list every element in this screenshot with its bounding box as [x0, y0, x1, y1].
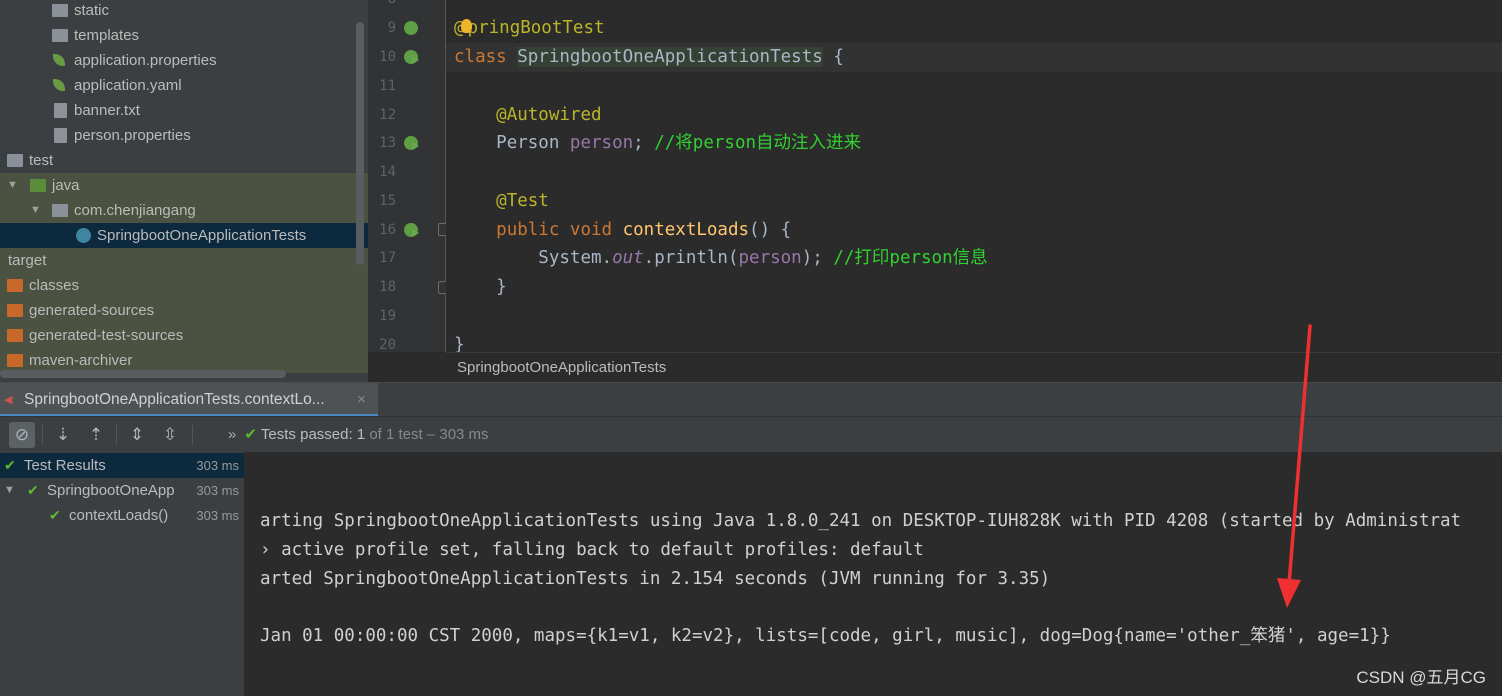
sort-alphabetically-icon[interactable]: ⇣	[50, 422, 76, 448]
editor-breadcrumb[interactable]: SpringbootOneApplicationTests	[446, 352, 1502, 383]
line-number: 18	[379, 279, 396, 295]
show-ignored-icon[interactable]: ⊘	[9, 422, 35, 448]
expand-all-icon[interactable]: ⇕	[124, 422, 150, 448]
close-icon[interactable]: ×	[357, 383, 366, 417]
console-line: arted SpringbootOneApplicationTests in 2…	[260, 569, 1051, 589]
editor-gutter: 8 9 10 11 12 13 14 15 16 17 18 19 20	[368, 0, 449, 353]
code-line-18: }	[496, 277, 507, 297]
line-number: 12	[379, 107, 396, 123]
code-line-16: public void contextLoads() {	[496, 220, 792, 240]
folder-icon	[7, 279, 23, 292]
line-number: 16	[379, 222, 396, 238]
test-class-node[interactable]: ▼ ✔ SpringbootOneApp 303 ms	[0, 478, 244, 503]
test-results-root[interactable]: ✔ Test Results 303 ms	[0, 453, 244, 478]
tree-item-package[interactable]: ▼ com.chenjiangang	[0, 198, 368, 223]
line-number: 11	[379, 78, 396, 94]
autowired-navigate-icon[interactable]	[404, 136, 419, 150]
properties-file-icon	[54, 128, 67, 143]
code-line-15: @Test	[496, 191, 549, 211]
folder-icon	[52, 29, 68, 42]
line-number: 9	[387, 20, 396, 36]
tree-item-target[interactable]: target	[0, 248, 368, 273]
tree-item-static[interactable]: static	[0, 0, 368, 23]
chevron-down-icon[interactable]: ▼	[30, 198, 41, 223]
chevron-down-icon[interactable]: ▼	[4, 478, 15, 503]
run-test-icon[interactable]	[404, 223, 419, 237]
tree-item-banner-txt[interactable]: banner.txt	[0, 98, 368, 123]
line-number: 10	[379, 49, 396, 65]
line-number: 8	[368, 0, 396, 14]
folder-icon	[7, 154, 23, 167]
spring-config-icon	[52, 79, 68, 92]
tree-vertical-scrollbar[interactable]	[356, 22, 364, 265]
line-number: 15	[379, 193, 396, 209]
code-line-10: class SpringbootOneApplicationTests {	[446, 43, 1502, 72]
watermark: CSDN @五月CG	[1356, 668, 1486, 687]
lightbulb-icon[interactable]	[460, 19, 472, 33]
check-icon: ✔	[27, 482, 39, 498]
project-tree: static templates application.properties …	[0, 0, 368, 382]
line-number: 20	[379, 337, 396, 353]
code-editor[interactable]: @ pringBootTest class SpringbootOneApplic…	[446, 0, 1502, 352]
folder-icon	[7, 304, 23, 317]
tree-item-person-properties[interactable]: person.properties	[0, 123, 368, 148]
folder-icon	[7, 329, 23, 342]
tree-item-java[interactable]: ▼ java	[0, 173, 368, 198]
tree-item-application-properties[interactable]: application.properties	[0, 48, 368, 73]
tree-item-templates[interactable]: templates	[0, 23, 368, 48]
tree-item-application-yaml[interactable]: application.yaml	[0, 73, 368, 98]
code-line-9: @ pringBootTest	[454, 18, 605, 38]
run-test-icon[interactable]	[404, 50, 419, 64]
code-line-13: Person person; //将person自动注入进来	[496, 133, 862, 153]
test-source-folder-icon	[30, 179, 46, 192]
tree-item-test-class[interactable]: SpringbootOneApplicationTests	[0, 223, 368, 248]
tree-item-generated-sources[interactable]: generated-sources	[0, 298, 368, 323]
code-line-12: @Autowired	[496, 105, 602, 125]
tree-item-test[interactable]: test	[0, 148, 368, 173]
check-icon: ✔	[4, 457, 16, 473]
test-method-node[interactable]: ✔ contextLoads() 303 ms	[0, 503, 244, 528]
run-tab[interactable]: ◀ SpringbootOneApplicationTests.contextL…	[0, 383, 378, 417]
console-line: Jan 01 00:00:00 CST 2000, maps={k1=v1, k…	[260, 626, 1391, 646]
line-number: 17	[379, 250, 396, 266]
tree-item-classes[interactable]: classes	[0, 273, 368, 298]
console-line: › active profile set, falling back to de…	[260, 540, 924, 560]
package-icon	[52, 204, 68, 217]
class-icon	[76, 228, 91, 243]
check-icon: ✔	[244, 426, 257, 443]
test-results-tree: ✔ Test Results 303 ms ▼ ✔ SpringbootOneA…	[0, 452, 245, 696]
chevron-down-icon[interactable]: ▼	[7, 173, 18, 198]
folder-icon	[52, 4, 68, 17]
spring-bean-icon[interactable]	[404, 21, 418, 35]
sort-by-duration-icon[interactable]: ⇡	[83, 422, 109, 448]
line-number: 19	[379, 308, 396, 324]
text-file-icon	[54, 103, 67, 118]
line-number: 14	[379, 164, 396, 180]
tree-item-generated-test-sources[interactable]: generated-test-sources	[0, 323, 368, 348]
collapse-all-icon[interactable]: ⇳	[157, 422, 183, 448]
check-icon: ✔	[49, 507, 61, 523]
code-line-17: System.out.println(person); //打印person信息	[538, 248, 988, 268]
code-line-20: }	[454, 335, 465, 352]
folder-icon	[7, 354, 23, 367]
line-number: 13	[379, 135, 396, 151]
test-status: » ✔ Tests passed: 1 of 1 test – 303 ms	[228, 426, 489, 443]
annotation-arrow	[1277, 324, 1312, 608]
tab-scroll-left-icon[interactable]: ◀	[4, 383, 12, 417]
tree-horizontal-scrollbar[interactable]	[0, 370, 286, 378]
spring-config-icon	[52, 54, 68, 67]
more-icon[interactable]: »	[228, 426, 236, 443]
